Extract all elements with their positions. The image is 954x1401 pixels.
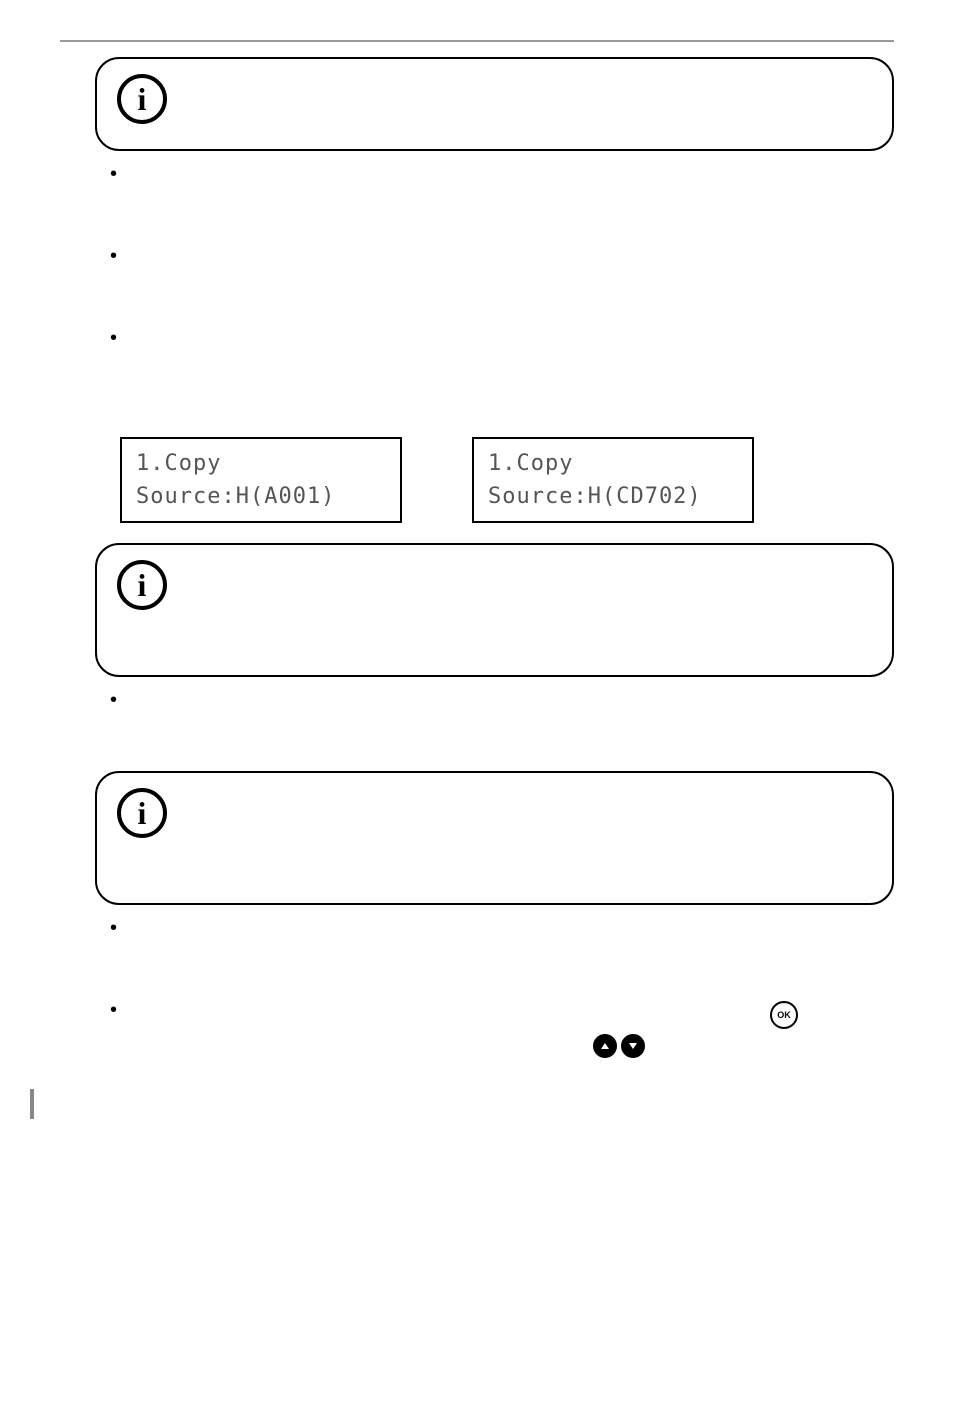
list-item [110,163,894,233]
lcd-screen-left: 1.Copy Source:H(A001) [120,437,402,523]
list-item [110,327,894,397]
list-item [110,999,894,1049]
lcd-line1: 1.Copy [488,451,573,476]
bullet-list-1 [110,163,894,397]
lcd-screen-right: 1.Copy Source:H(CD702) [472,437,754,523]
lcd-line2: Source:H(A001) [136,484,335,509]
page-marker [30,1089,894,1119]
list-item [110,917,894,987]
info-icon [117,74,167,124]
list-item [110,689,894,759]
down-arrow-icon [621,1034,645,1058]
info-note-3 [95,771,894,905]
section-divider [60,40,894,42]
info-note-1 [95,57,894,151]
bullet-list-3 [110,917,894,1049]
lcd-display-row: 1.Copy Source:H(A001) 1.Copy Source:H(CD… [120,437,894,523]
lcd-line2: Source:H(CD702) [488,484,702,509]
list-item [110,245,894,315]
info-note-2 [95,543,894,677]
bullet-list-2 [110,689,894,759]
ok-button-icon [770,1001,798,1029]
info-icon [117,788,167,838]
info-icon [117,560,167,610]
lcd-line1: 1.Copy [136,451,221,476]
up-arrow-icon [593,1034,617,1058]
